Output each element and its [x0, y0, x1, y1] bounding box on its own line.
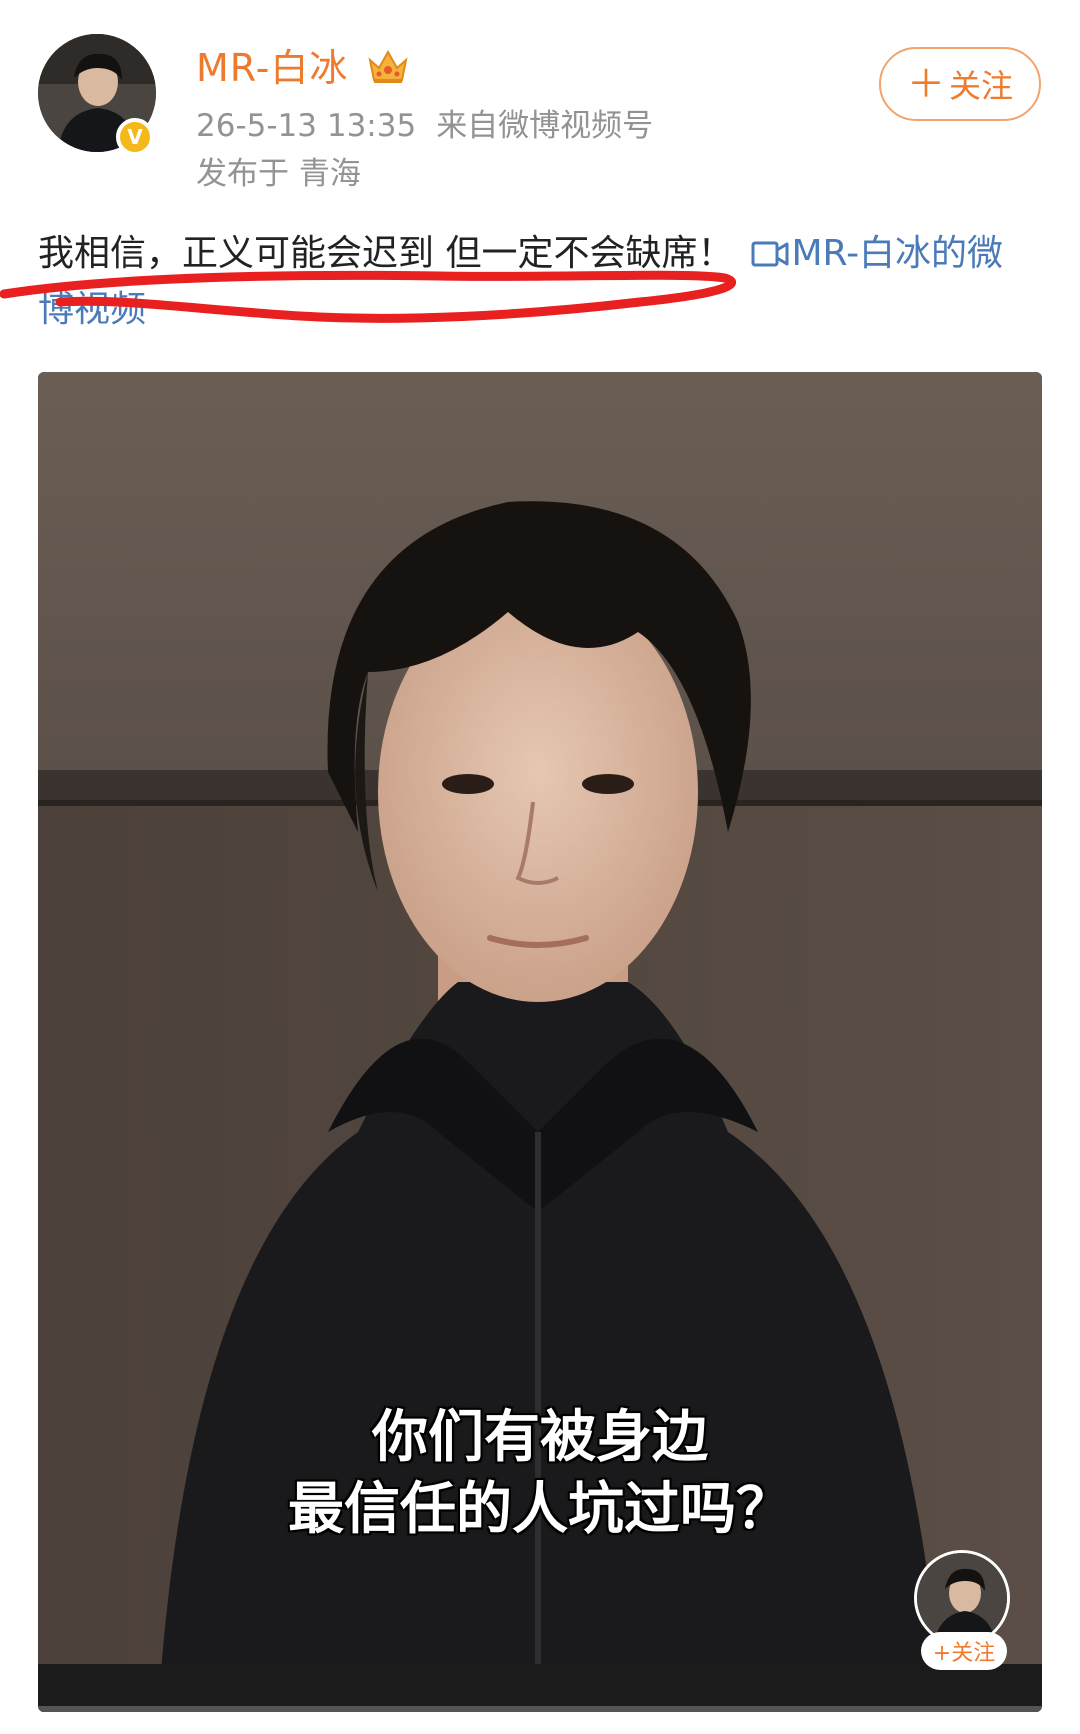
- video-subtitle: 你们有被身边 最信任的人坑过吗？: [38, 1402, 1042, 1546]
- follow-button-label: 关注: [949, 67, 1014, 105]
- subtitle-line-1: 你们有被身边: [372, 1405, 708, 1470]
- video-progress-bar[interactable]: [38, 1706, 1042, 1712]
- author-name[interactable]: MR-白冰: [196, 42, 348, 94]
- post-text: 我相信，正义可能会迟到 但一定不会缺席！ MR-白冰的微博视频: [38, 226, 1038, 338]
- video-player[interactable]: 你们有被身边 最信任的人坑过吗？ +关注: [38, 372, 1042, 1712]
- follow-button[interactable]: ＋ 关注: [879, 47, 1041, 121]
- post-meta: 26-5-13 13:35 来自微博视频号: [196, 104, 653, 148]
- post-location: 发布于 青海: [196, 156, 361, 192]
- video-icon: [751, 241, 789, 267]
- plus-icon: ＋: [906, 62, 945, 106]
- crown-icon: [368, 49, 408, 83]
- video-follow-button[interactable]: +关注: [921, 1632, 1007, 1670]
- verified-badge-icon: V: [116, 118, 154, 156]
- weibo-post: V MR-白冰 26-5-13 13:35 来自微博视频号 发布于 青海 ＋ 关注…: [0, 0, 1080, 1734]
- post-time: 26-5-13 13:35: [196, 108, 417, 144]
- post-source[interactable]: 来自微博视频号: [436, 108, 653, 144]
- subtitle-line-2: 最信任的人坑过吗？: [288, 1477, 792, 1542]
- post-text-body: 我相信，正义可能会迟到 但一定不会缺席！: [38, 233, 734, 274]
